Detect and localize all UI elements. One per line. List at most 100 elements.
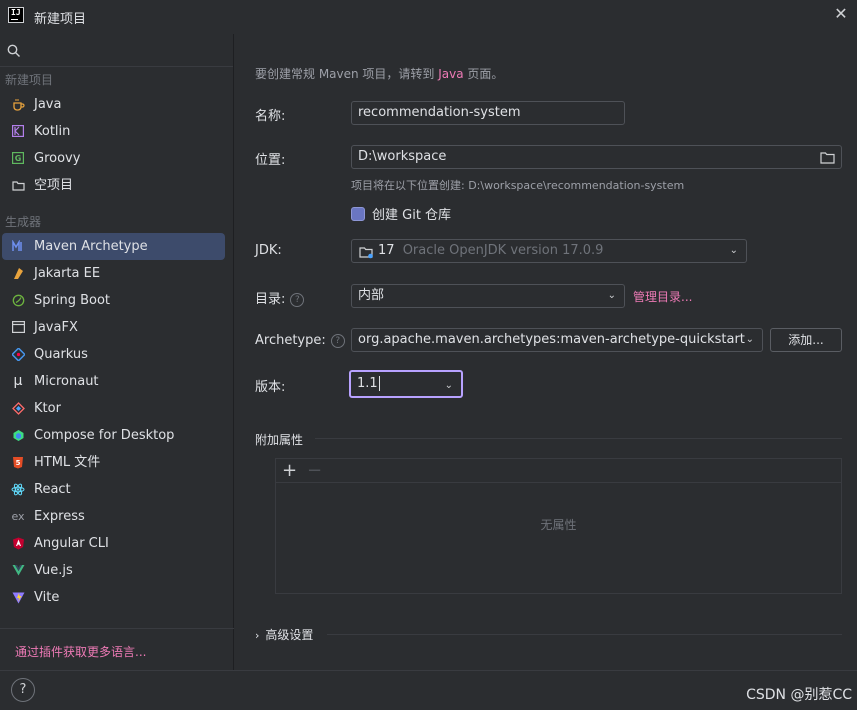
name-field[interactable]: recommendation-system [351,101,625,125]
sidebar-item-vite[interactable]: Vite [2,584,225,611]
java-cup-icon [11,97,25,111]
section-new-project: 新建项目 [5,73,54,87]
advanced-settings-toggle[interactable]: › 高级设置 [255,626,313,643]
sidebar-item-label: Groovy [34,151,81,166]
location-hint: 项目将在以下位置创建: D:\workspace\recommendation-… [351,179,685,192]
add-property-icon[interactable]: + [282,459,297,483]
sidebar-item-label: Quarkus [34,347,88,362]
create-git-label: 创建 Git 仓库 [372,208,452,223]
chevron-down-icon: ⌄ [607,290,616,301]
react-icon [11,482,25,496]
sidebar-item-spring-boot[interactable]: Spring Boot [2,287,225,314]
sidebar-item-label: Java [34,97,62,112]
archetype-label-row: Archetype:? [255,333,345,348]
help-icon[interactable]: ? [330,334,345,348]
version-dropdown[interactable]: 1.1 ⌄ [349,370,463,398]
remove-property-icon: − [307,460,323,481]
ktor-icon [11,401,25,415]
archetype-dropdown[interactable]: org.apache.maven.archetypes:maven-archet… [351,328,763,352]
archetype-label: Archetype: [255,333,326,348]
search-icon [7,44,20,57]
location-value: D:\workspace [358,149,447,164]
sidebar-item-ktor[interactable]: Ktor [2,395,225,422]
chevron-right-icon: › [255,629,260,642]
properties-toolbar: + − [276,459,841,483]
jakarta-icon [11,266,25,280]
help-icon[interactable]: ? [290,293,305,307]
sidebar-item-empty-project[interactable]: 空项目 [2,172,225,199]
manage-catalogs-link[interactable]: 管理目录... [633,288,692,305]
sidebar-item-label: Compose for Desktop [34,428,175,443]
sidebar-item-label: Express [34,509,85,524]
location-field[interactable]: D:\workspace [351,145,842,169]
title-bar: IJ 新建项目 ✕ [0,0,857,34]
version-label: 版本: [255,380,286,395]
create-git-repo-row[interactable]: 创建 Git 仓库 [351,204,451,223]
sidebar-item-label: Kotlin [34,124,71,139]
bottom-bar: ? CSDN @别惹CC [0,670,857,710]
get-more-languages-link[interactable]: 通过插件获取更多语言... [15,643,146,660]
divider [315,438,842,439]
text-cursor [378,376,380,391]
close-icon[interactable]: ✕ [833,6,849,22]
location-label: 位置: [255,153,286,168]
catalog-value: 内部 [358,288,385,303]
intellij-logo-icon: IJ [8,7,24,23]
sidebar-item-angular-cli[interactable]: Angular CLI [2,530,225,557]
javafx-icon [11,320,25,334]
sidebar-item-label: Micronaut [34,374,99,389]
jdk-dropdown[interactable]: 17 Oracle OpenJDK version 17.0.9 ⌄ [351,239,747,263]
version-value: 1.1 [357,376,378,391]
sidebar-item-javafx[interactable]: JavaFX [2,314,225,341]
sidebar-item-react[interactable]: React [2,476,225,503]
sidebar-item-label: JavaFX [34,320,78,335]
sidebar-item-micronaut[interactable]: μ Micronaut [2,368,225,395]
quarkus-icon [11,347,25,361]
jdk-folder-icon [359,245,374,262]
sidebar-item-quarkus[interactable]: Quarkus [2,341,225,368]
chevron-down-icon: ⌄ [745,334,754,345]
html5-icon: 5 [11,455,25,469]
archetype-value: org.apache.maven.archetypes:maven-archet… [358,332,745,347]
create-git-checkbox[interactable] [351,206,365,221]
sidebar-item-maven-archetype[interactable]: Maven Archetype [2,233,225,260]
sidebar-item-label: Ktor [34,401,61,416]
sidebar-item-jakarta-ee[interactable]: Jakarta EE [2,260,225,287]
sidebar-item-label: Vite [34,590,60,605]
sidebar-item-groovy[interactable]: G Groovy [2,145,225,172]
sidebar-item-label: Maven Archetype [34,239,148,254]
divider [327,634,842,635]
kotlin-icon [11,124,25,138]
window-title: 新建项目 [34,12,87,27]
empty-project-icon [11,178,25,192]
java-page-link[interactable]: Java [438,67,463,81]
jdk-version: 17 [378,243,395,258]
hint-suffix: 页面。 [463,67,504,81]
sidebar-item-label: Vue.js [34,563,73,578]
sidebar-item-compose-desktop[interactable]: Compose for Desktop [2,422,225,449]
sidebar-item-html-file[interactable]: 5 HTML 文件 [2,449,225,476]
svg-text:5: 5 [16,459,21,467]
sidebar-item-kotlin[interactable]: Kotlin [2,118,225,145]
sidebar-item-vuejs[interactable]: Vue.js [2,557,225,584]
hint-prefix: 要创建常规 Maven 项目，请转到 [255,67,439,81]
jdk-name: Oracle OpenJDK version 17.0.9 [402,243,604,258]
catalog-dropdown[interactable]: 内部 ⌄ [351,284,625,308]
sidebar-item-label: React [34,482,71,497]
additional-properties-title: 附加属性 [255,433,304,447]
add-archetype-button[interactable]: 添加... [770,328,842,352]
micronaut-icon: μ [13,372,23,389]
name-label: 名称: [255,109,286,124]
maven-hint: 要创建常规 Maven 项目，请转到 Java 页面。 [255,65,503,82]
sidebar-item-java[interactable]: Java [2,91,225,118]
vue-icon [11,563,25,577]
sidebar-item-express[interactable]: ex Express [2,503,225,530]
sidebar-footer: 通过插件获取更多语言... [0,628,234,670]
sidebar-item-label: Jakarta EE [34,266,101,281]
maven-icon [11,239,25,253]
angular-icon [11,536,25,550]
groovy-icon: G [11,151,25,165]
sidebar-search[interactable] [0,34,233,67]
folder-icon[interactable] [820,150,835,168]
help-button[interactable]: ? [11,678,35,702]
